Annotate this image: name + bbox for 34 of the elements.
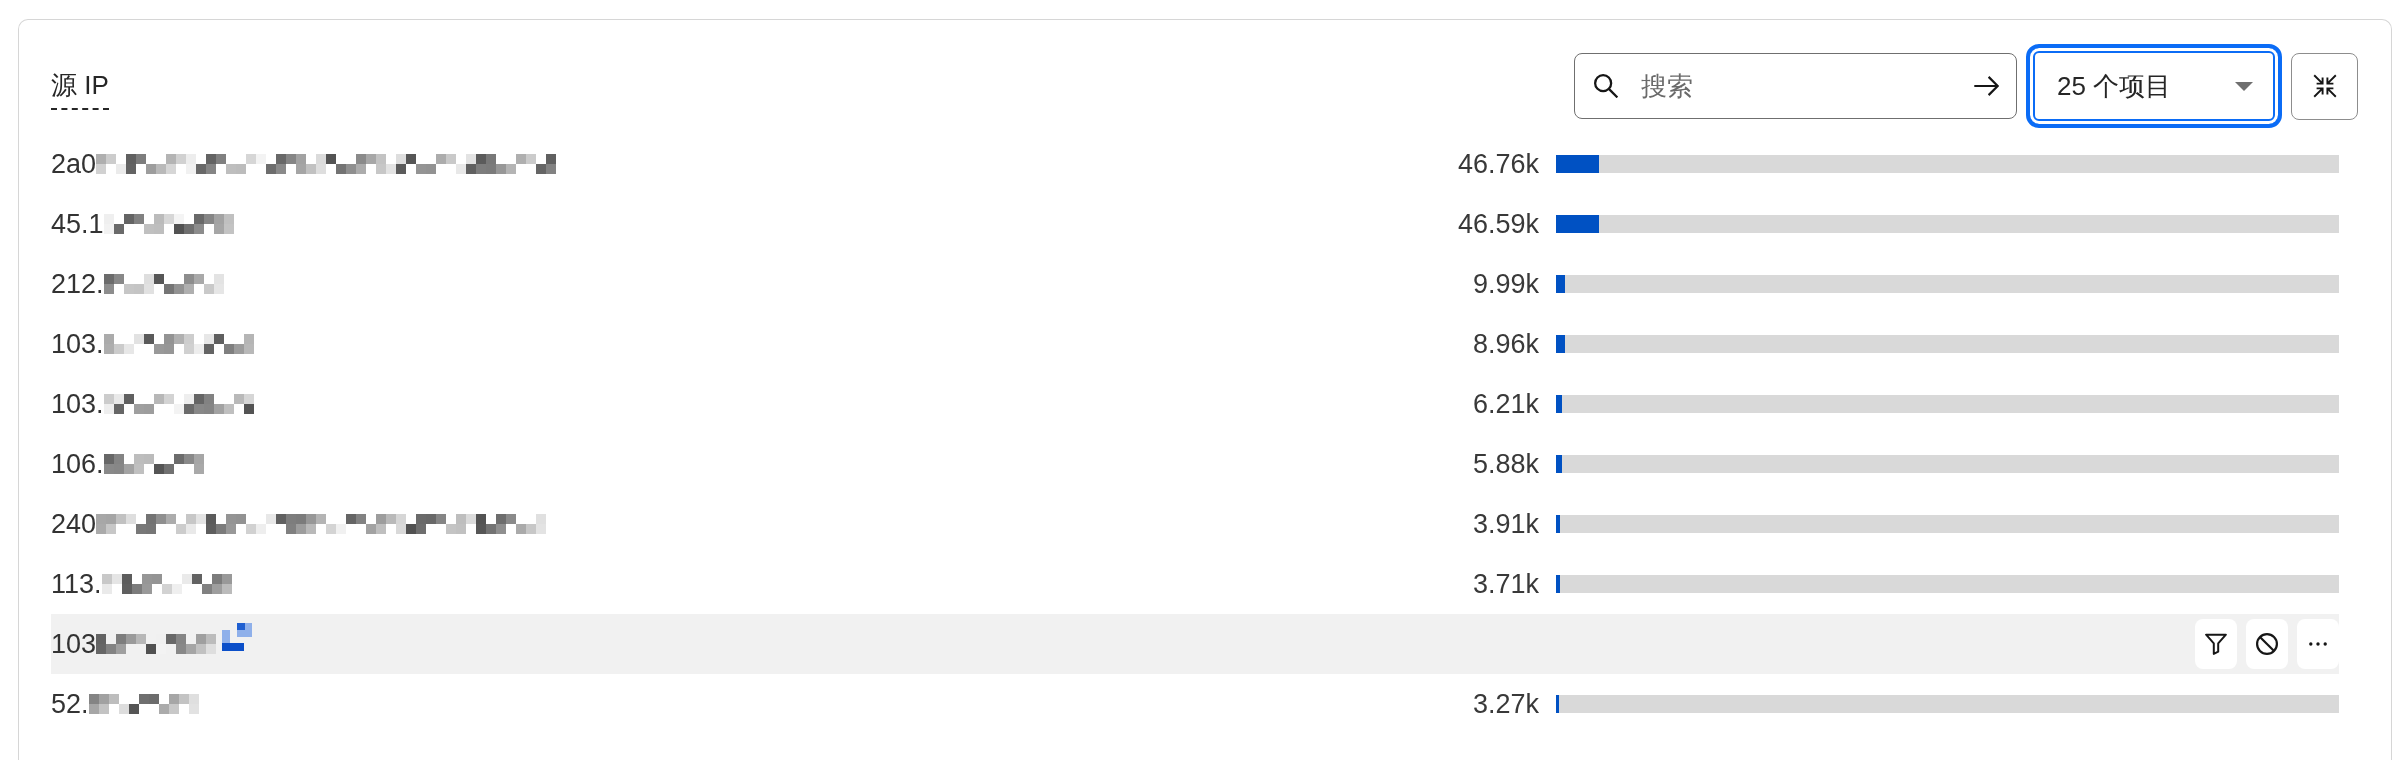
count-value: 46.59k [1457,208,1539,240]
count-value: 9.99k [1472,268,1539,300]
ip-address-text: 103. [51,328,104,360]
collapse-button[interactable] [2291,52,2358,120]
more-icon [2309,642,2327,646]
count-value: 3.71k [1472,568,1539,600]
ip-address-text: 240 [51,508,97,540]
ip-address-text: 106. [51,448,104,480]
item-count-dropdown[interactable]: 25 个项目 [2026,44,2282,128]
count-value: 5.88k [1472,448,1539,480]
count-value: 3.27k [1472,688,1539,720]
pixelated-icon [222,623,253,651]
ip-address-text: 103. [51,388,104,420]
search-icon [1594,74,1618,98]
collapse-icon [2312,74,2337,98]
filter-icon [2205,633,2227,655]
ip-address-text: 212. [51,268,104,300]
ip-address-text: 113. [51,568,102,600]
ip-address-text: 45.1 [51,208,104,240]
filter-button[interactable] [2195,619,2237,669]
ip-address-text: 103 [51,628,97,660]
caret-icon [2235,81,2253,91]
search-field[interactable]: 搜索 [1574,53,2017,119]
count-value: 3.91k [1472,508,1539,540]
block-button[interactable] [2246,619,2288,669]
ip-address-text: 52. [51,688,89,720]
count-value: 6.21k [1472,388,1539,420]
highlighted-row[interactable]: 103 [51,614,2339,674]
arrow-icon [1973,75,1999,97]
count-value: 46.76k [1457,148,1539,180]
block-icon [2256,633,2278,655]
ip-address-text: 2a0 [51,148,97,180]
section-title: 源 IP [51,68,109,110]
count-value: 8.96k [1472,328,1539,360]
